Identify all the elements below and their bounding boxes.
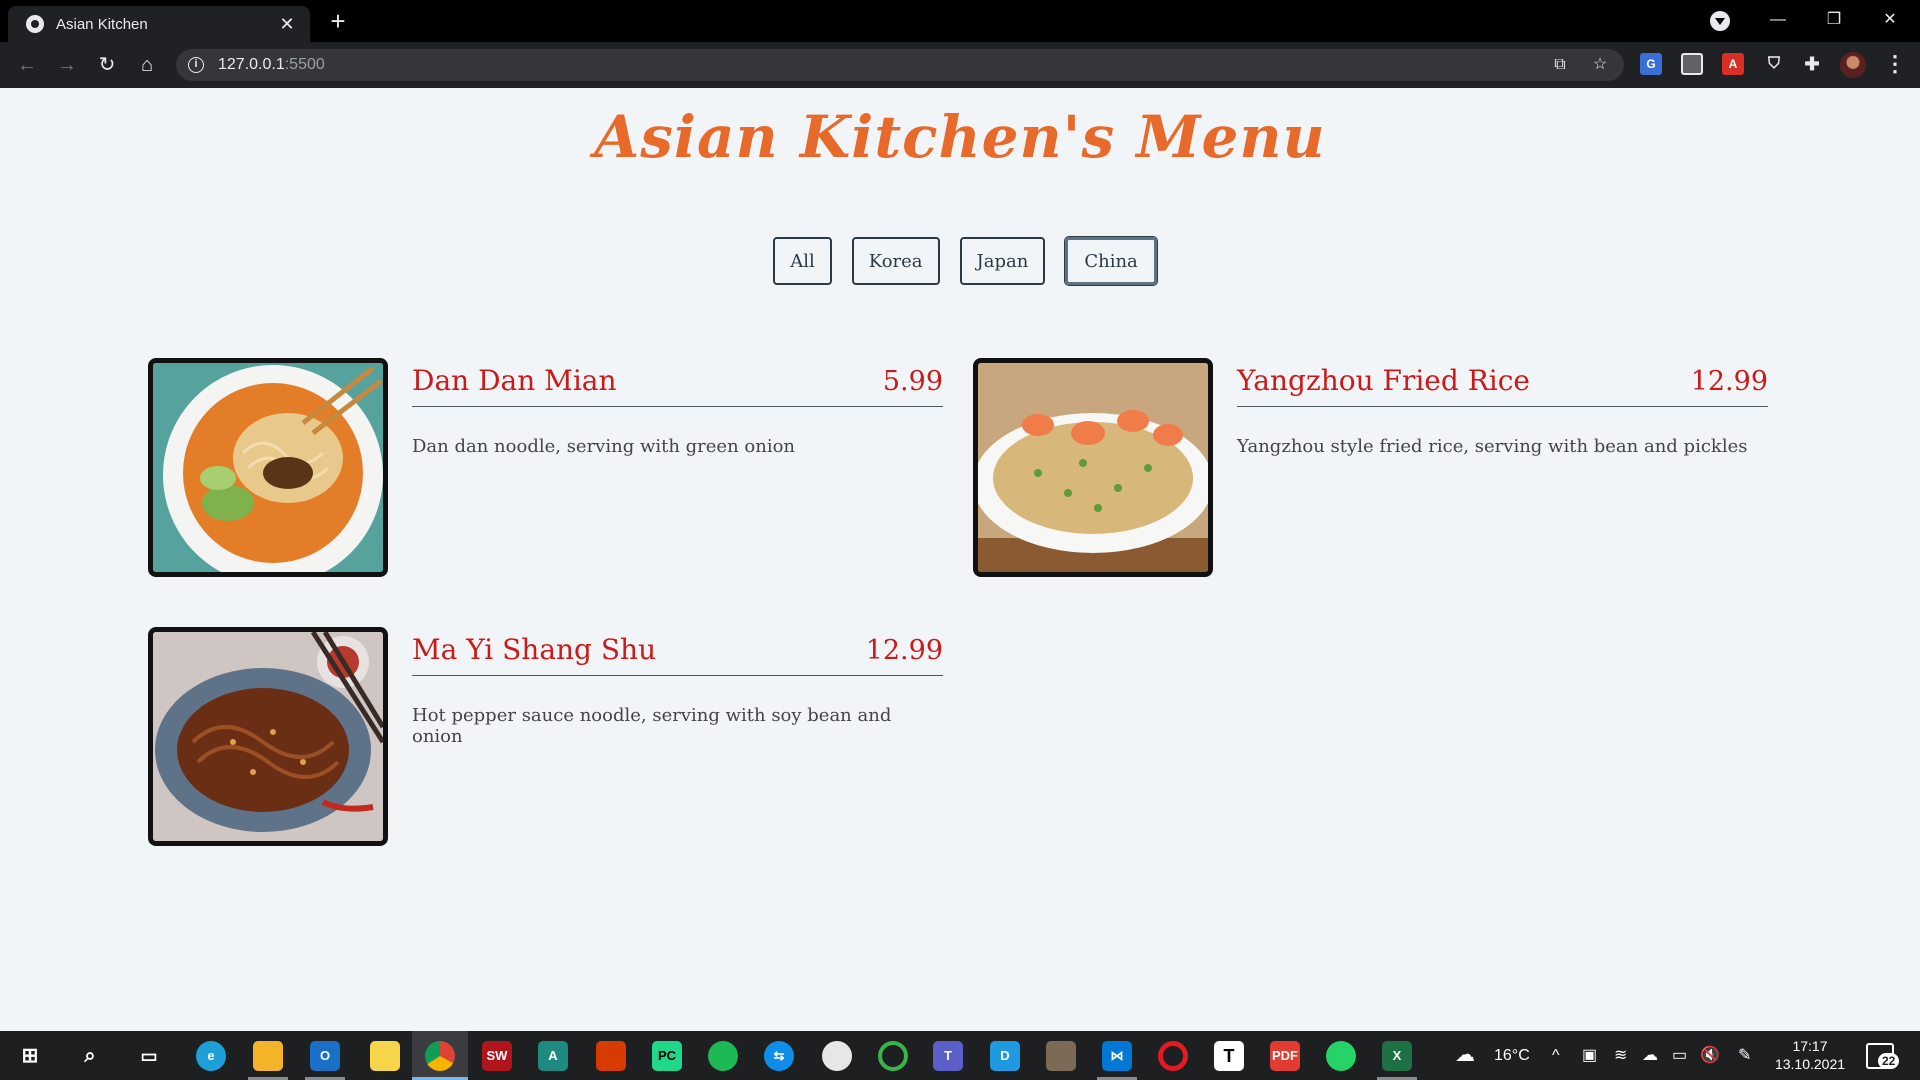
close-window-button[interactable]: ✕ — [1862, 4, 1918, 36]
typora-icon[interactable]: T — [1214, 1041, 1244, 1071]
restore-button[interactable]: ❐ — [1806, 4, 1862, 36]
excel-icon[interactable]: X — [1382, 1041, 1412, 1071]
forward-button[interactable]: → — [52, 50, 82, 80]
solidworks-icon[interactable]: SW — [482, 1041, 512, 1071]
acrobat-icon[interactable]: PDF — [1270, 1041, 1300, 1071]
sticky-notes-icon[interactable] — [370, 1041, 400, 1071]
filter-all-button[interactable]: All — [773, 237, 832, 285]
opera-icon[interactable] — [1158, 1041, 1188, 1071]
notification-center-icon[interactable]: 22 — [1866, 1043, 1900, 1069]
minimize-button[interactable]: — — [1750, 4, 1806, 36]
clock-date: 13.10.2021 — [1774, 1056, 1846, 1072]
edge-icon[interactable]: e — [196, 1041, 226, 1071]
home-button[interactable]: ⌂ — [132, 50, 162, 80]
item-header: Yangzhou Fried Rice 12.99 — [1237, 358, 1768, 407]
system-clock[interactable]: 17:17 13.10.2021 — [1772, 1037, 1848, 1073]
site-info-icon[interactable]: i — [188, 57, 204, 73]
url-port: :5500 — [284, 56, 325, 73]
globe-icon — [26, 15, 44, 33]
back-button[interactable]: ← — [12, 50, 42, 80]
browser-toolbar: ← → ↻ ⌂ i 127.0.0.1:5500 ⧉ ☆ G A ⛉ ✚ ⋮ — [0, 42, 1920, 88]
weather-temperature[interactable]: 16°C — [1494, 1031, 1530, 1080]
gimp-icon[interactable] — [1046, 1041, 1076, 1071]
menu-item: Ma Yi Shang Shu 12.99 Hot pepper sauce n… — [148, 627, 943, 847]
tray-chevron-icon[interactable]: ^ — [1552, 1031, 1560, 1080]
tab-title: Asian Kitchen — [56, 15, 148, 33]
notification-count: 22 — [1878, 1053, 1900, 1069]
item-price: 5.99 — [882, 366, 943, 397]
tab-search-icon[interactable] — [1710, 11, 1730, 31]
item-description: Dan dan noodle, serving with green onion — [412, 436, 796, 457]
vscode-icon[interactable]: ⋈ — [1102, 1041, 1132, 1071]
url-text: 127.0.0.1:5500 — [218, 56, 325, 74]
category-filters: All Korea Japan China — [0, 237, 1920, 285]
filter-japan-button[interactable]: Japan — [959, 237, 1046, 285]
item-info: Dan Dan Mian 5.99 Dan dan noodle, servin… — [412, 358, 943, 457]
close-tab-icon[interactable]: ✕ — [276, 14, 298, 35]
windows-start-icon[interactable]: ⊞ — [15, 1041, 45, 1071]
browser-tab-bar: Asian Kitchen ✕ + — ❐ ✕ — [0, 0, 1920, 42]
profile-avatar[interactable] — [1840, 52, 1866, 78]
windows-taskbar: ⊞ ⌕ ▭ e O SW A PC ⇆ T D ⋈ T PDF X ☁ 16°C… — [0, 1031, 1920, 1080]
item-header: Ma Yi Shang Shu 12.99 — [412, 627, 943, 676]
page-content: Asian Kitchen's Menu All Korea Japan Chi… — [0, 88, 1920, 1031]
shield-extension-icon[interactable]: ⛉ — [1763, 53, 1785, 75]
menu-item: Yangzhou Fried Rice 12.99 Yangzhou style… — [973, 358, 1768, 578]
app-a-icon[interactable]: A — [538, 1041, 568, 1071]
clock-time: 17:17 — [1792, 1038, 1828, 1054]
battery-icon[interactable]: ▭ — [1672, 1031, 1687, 1080]
wifi-icon[interactable]: ≋ — [1614, 1031, 1627, 1080]
spotify-icon[interactable] — [708, 1041, 738, 1071]
item-info: Ma Yi Shang Shu 12.99 Hot pepper sauce n… — [412, 627, 943, 747]
office-icon[interactable] — [596, 1041, 626, 1071]
acrobat-extension-icon[interactable]: A — [1722, 53, 1744, 75]
item-price: 12.99 — [1690, 366, 1768, 397]
outlook-icon[interactable]: O — [310, 1041, 340, 1071]
tab-manager-extension-icon[interactable] — [1681, 53, 1703, 75]
menu-title: Asian Kitchen's Menu — [594, 103, 1326, 171]
translate-icon[interactable]: ⧉ — [1550, 55, 1570, 75]
item-name: Yangzhou Fried Rice — [1237, 364, 1530, 397]
reload-button[interactable]: ↻ — [92, 50, 122, 80]
search-icon[interactable]: ⌕ — [75, 1041, 105, 1071]
item-name: Dan Dan Mian — [412, 364, 617, 397]
menu-item: Dan Dan Mian 5.99 Dan dan noodle, servin… — [148, 358, 943, 578]
pen-icon[interactable]: ✎ — [1738, 1031, 1751, 1080]
chrome-icon[interactable] — [425, 1041, 455, 1071]
whatsapp-icon[interactable] — [1326, 1041, 1356, 1071]
volume-muted-icon[interactable]: 🔇 — [1700, 1031, 1720, 1080]
paint-icon[interactable] — [822, 1041, 852, 1071]
filter-china-button[interactable]: China — [1065, 237, 1157, 285]
extensions-puzzle-icon[interactable]: ✚ — [1801, 53, 1823, 75]
app-ring-icon[interactable] — [878, 1041, 908, 1071]
teamviewer-icon[interactable]: ⇆ — [764, 1041, 794, 1071]
task-view-icon[interactable]: ▭ — [134, 1041, 164, 1071]
url-host: 127.0.0.1 — [218, 56, 285, 73]
address-bar[interactable]: i 127.0.0.1:5500 ⧉ ☆ — [176, 49, 1624, 81]
tray-app-icon[interactable]: ▣ — [1582, 1031, 1597, 1080]
item-info: Yangzhou Fried Rice 12.99 Yangzhou style… — [1237, 358, 1768, 457]
teams-icon[interactable]: T — [933, 1041, 963, 1071]
item-price: 12.99 — [865, 635, 943, 666]
item-description: Yangzhou style fried rice, serving with … — [1237, 436, 1748, 457]
weather-cloud-icon[interactable]: ☁ — [1455, 1031, 1475, 1080]
app-d-icon[interactable]: D — [990, 1041, 1020, 1071]
new-tab-button[interactable]: + — [322, 6, 354, 38]
filter-korea-button[interactable]: Korea — [851, 237, 940, 285]
item-header: Dan Dan Mian 5.99 — [412, 358, 943, 407]
glass-noodle-photo — [148, 627, 388, 846]
bookmark-star-icon[interactable]: ☆ — [1590, 55, 1610, 75]
file-explorer-icon[interactable] — [253, 1041, 283, 1071]
google-translate-extension-icon[interactable]: G — [1640, 53, 1662, 75]
dan-dan-noodle-photo — [148, 358, 388, 577]
item-name: Ma Yi Shang Shu — [412, 633, 657, 666]
browser-tab[interactable]: Asian Kitchen ✕ — [8, 6, 310, 42]
onedrive-icon[interactable]: ☁ — [1642, 1031, 1658, 1080]
pycharm-icon[interactable]: PC — [652, 1041, 682, 1071]
item-description: Hot pepper sauce noodle, serving with so… — [412, 705, 892, 747]
fried-rice-photo — [973, 358, 1213, 577]
browser-menu-icon[interactable]: ⋮ — [1884, 52, 1906, 76]
